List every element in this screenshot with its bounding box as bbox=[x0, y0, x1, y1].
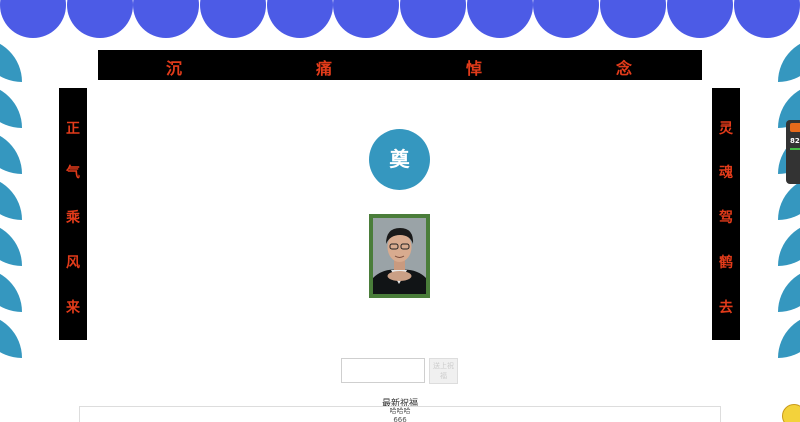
top-scallop bbox=[0, 0, 66, 38]
couplet-char: 灵 bbox=[719, 121, 733, 137]
top-scallop bbox=[67, 0, 133, 38]
memorial-page: 沉 痛 悼 念 正 气 乘 风 来 灵 魂 驾 鹤 去 奠 送上祝福 最新祝福 … bbox=[0, 0, 800, 422]
wish-item: 哈哈哈 bbox=[389, 407, 411, 415]
couplet-char: 鹤 bbox=[719, 255, 733, 271]
wish-input[interactable] bbox=[341, 358, 425, 383]
side-scallop bbox=[0, 84, 22, 128]
submit-wish-button[interactable]: 送上祝福 bbox=[429, 358, 458, 384]
side-scallop bbox=[778, 222, 800, 266]
couplet-char: 驾 bbox=[719, 210, 733, 226]
top-scallop bbox=[667, 0, 733, 38]
top-scallop bbox=[200, 0, 266, 38]
widget-number: 82 bbox=[790, 137, 800, 145]
couplet-char: 乘 bbox=[66, 210, 80, 226]
widget-bar bbox=[790, 148, 800, 150]
couplet-char: 来 bbox=[66, 300, 80, 316]
top-scalloped-border bbox=[0, 0, 800, 40]
banner-char: 沉 bbox=[166, 59, 183, 78]
banner-char: 悼 bbox=[466, 59, 483, 78]
banner-char: 痛 bbox=[316, 59, 333, 78]
wish-list: 哈哈哈 666 bbox=[79, 406, 721, 422]
side-scallop bbox=[0, 176, 22, 220]
side-scallop bbox=[0, 222, 22, 266]
top-scallop bbox=[533, 0, 599, 38]
right-couplet: 灵 魂 驾 鹤 去 bbox=[712, 88, 740, 340]
couplet-char: 魂 bbox=[719, 165, 733, 181]
right-scalloped-border bbox=[770, 38, 800, 368]
portrait-frame bbox=[369, 214, 430, 298]
top-scallop bbox=[734, 0, 800, 38]
memorial-symbol: 奠 bbox=[369, 129, 430, 190]
top-scallop bbox=[600, 0, 666, 38]
top-scallop bbox=[400, 0, 466, 38]
couplet-char: 正 bbox=[66, 121, 80, 137]
top-scallop bbox=[133, 0, 199, 38]
banner-char: 念 bbox=[616, 59, 633, 78]
side-scallop bbox=[0, 268, 22, 312]
couplet-char: 去 bbox=[719, 300, 733, 316]
left-scalloped-border bbox=[0, 38, 30, 368]
top-scallop bbox=[267, 0, 333, 38]
side-scallop bbox=[0, 130, 22, 174]
wish-item: 666 bbox=[393, 416, 407, 422]
portrait-photo bbox=[373, 218, 426, 294]
memorial-banner: 沉 痛 悼 念 bbox=[98, 50, 702, 80]
side-scallop bbox=[0, 38, 22, 82]
side-scallop bbox=[0, 314, 22, 358]
chat-avatar-icon[interactable] bbox=[782, 404, 800, 422]
top-scallop bbox=[333, 0, 399, 38]
top-scallop bbox=[467, 0, 533, 38]
couplet-char: 风 bbox=[66, 255, 80, 271]
side-scallop bbox=[778, 38, 800, 82]
left-couplet: 正 气 乘 风 来 bbox=[59, 88, 87, 340]
couplet-char: 气 bbox=[66, 165, 80, 181]
floating-stats-widget[interactable]: 82 bbox=[786, 120, 800, 184]
side-scallop bbox=[778, 314, 800, 358]
side-scallop bbox=[778, 268, 800, 312]
widget-icon bbox=[790, 123, 800, 132]
